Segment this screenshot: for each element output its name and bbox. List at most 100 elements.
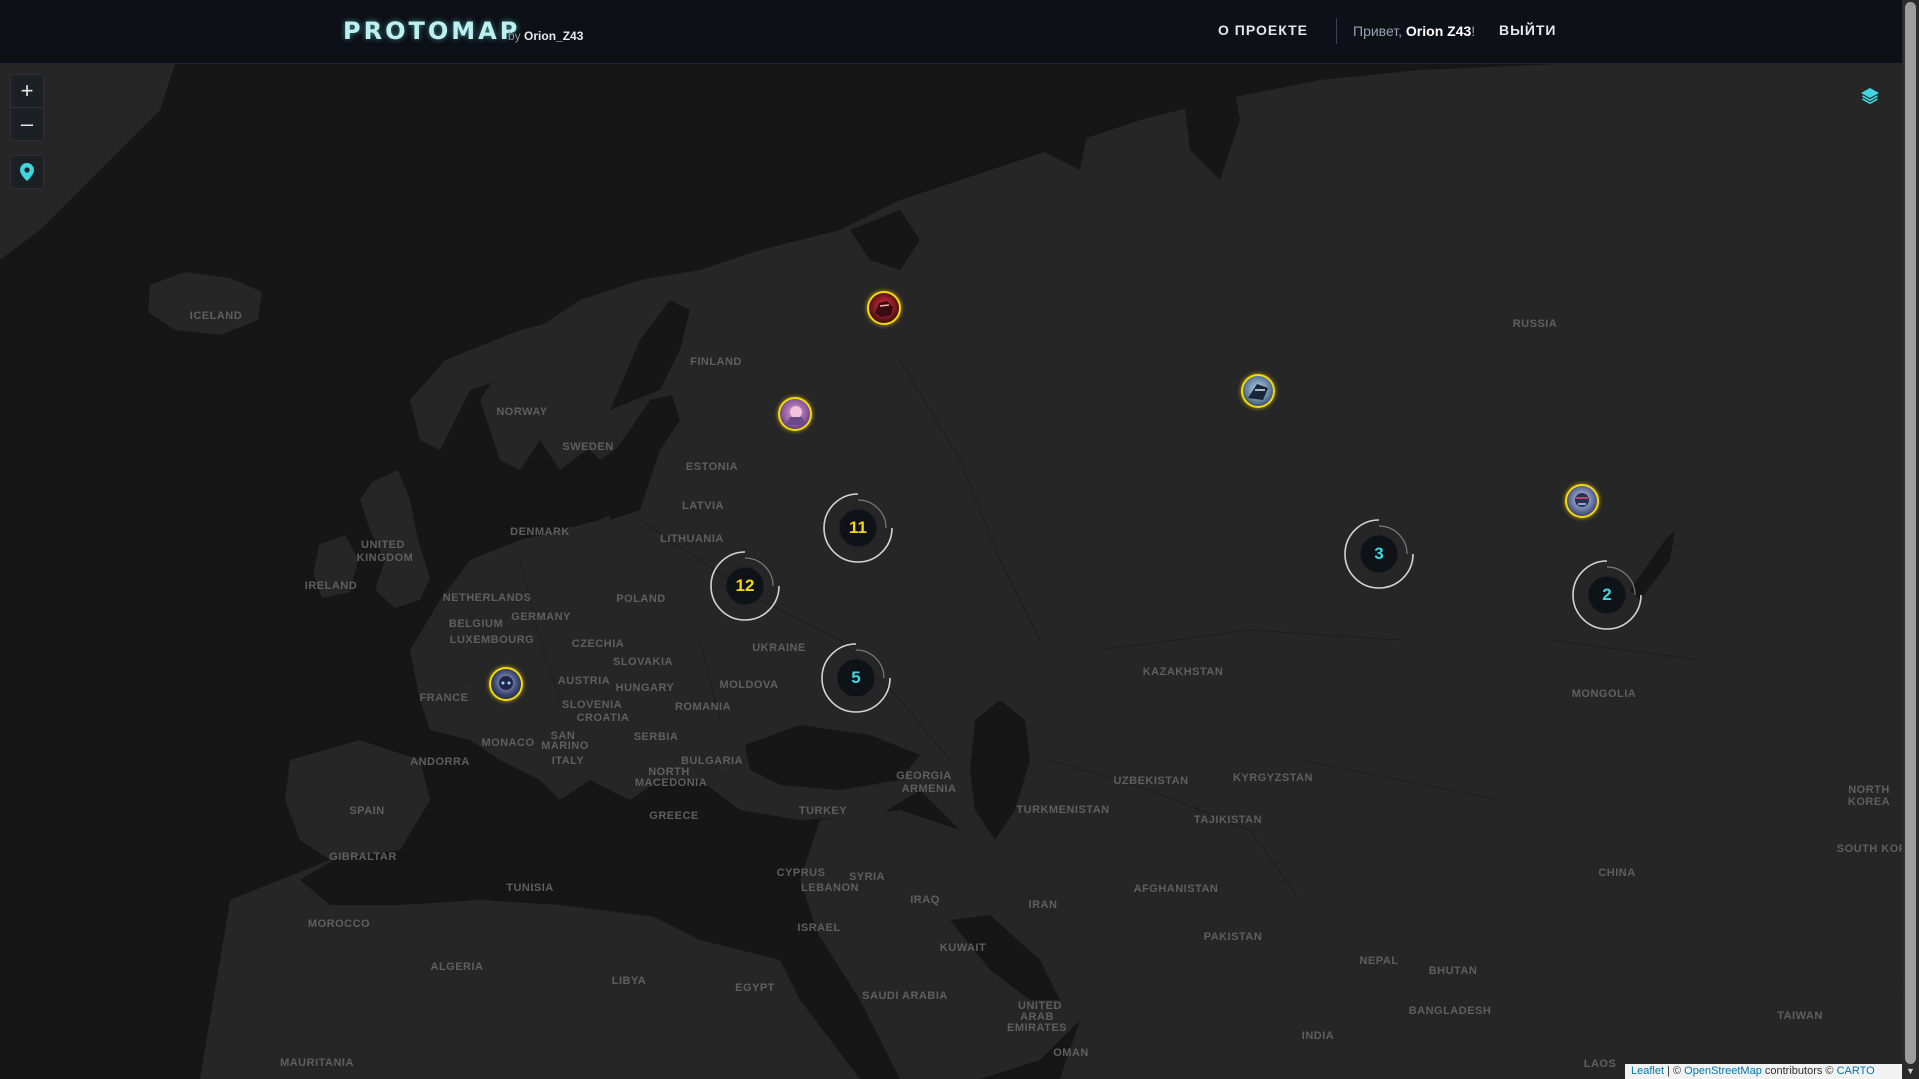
cluster-marker[interactable]: 5 [818, 640, 894, 716]
map-label-kuwait: KUWAIT [939, 942, 987, 954]
map-label-hungary: HUNGARY [615, 682, 675, 694]
map-label-czechia: CZECHIA [571, 638, 625, 650]
map-canvas[interactable]: ICELAND FINLAND NORWAY SWEDEN ESTONIA LA… [0, 64, 1902, 1079]
map-label-north-korea-1: NORTH [1848, 784, 1890, 796]
nav-about-link[interactable]: О ПРОЕКТЕ [1218, 22, 1308, 38]
openstreetmap-link[interactable]: OpenStreetMap [1684, 1065, 1762, 1077]
map-label-belgium: BELGIUM [448, 618, 504, 630]
map-label-germany: GERMANY [511, 611, 571, 623]
greeting-prefix: Привет, [1353, 23, 1403, 39]
map-label-libya: LIBYA [611, 975, 647, 987]
map-label-spain: SPAIN [349, 805, 385, 817]
greeting-username: Orion Z43 [1405, 23, 1472, 39]
map-label-united: UNITED [361, 539, 405, 551]
map-label-bulgaria: BULGARIA [680, 755, 744, 767]
map-label-romania: ROMANIA [674, 701, 732, 713]
cluster-marker[interactable]: 12 [707, 548, 783, 624]
map-label-north-korea-2: KOREA [1847, 796, 1891, 808]
map-label-austria: AUSTRIA [557, 675, 611, 687]
map-label-andorra: ANDORRA [410, 756, 470, 768]
map-label-poland: POLAND [616, 593, 666, 605]
map-label-monaco: MONACO [481, 737, 535, 749]
avatar-icon [499, 676, 513, 690]
map-label-italy: ITALY [551, 755, 585, 767]
avatar-icon [1248, 384, 1268, 400]
greeting-suffix: ! [1471, 23, 1476, 39]
map-label-estonia: ESTONIA [685, 461, 739, 473]
map-label-turkey: TURKEY [798, 805, 848, 817]
map-label-latvia: LATVIA [682, 500, 724, 512]
carto-link[interactable]: CARTO [1837, 1065, 1875, 1077]
cluster-count: 2 [1602, 585, 1612, 604]
layers-icon [1861, 88, 1879, 105]
map-label-bangladesh: BANGLADESH [1408, 1005, 1492, 1017]
map-label-afghanistan: AFGHANISTAN [1133, 883, 1219, 895]
map-label-china: CHINA [1598, 867, 1636, 879]
user-avatar-marker[interactable] [1241, 374, 1275, 408]
map-label-ireland: IRELAND [304, 580, 358, 592]
map-label-georgia: GEORGIA [896, 770, 952, 782]
map-label-ukraine: UKRAINE [752, 642, 806, 654]
cluster-count: 12 [735, 576, 755, 595]
cluster-count: 5 [851, 668, 861, 687]
user-avatar-marker[interactable] [778, 397, 812, 431]
map-label-netherlands: NETHERLANDS [442, 592, 532, 604]
map-label-oman: OMAN [1053, 1047, 1089, 1059]
zoom-control: + – [10, 74, 44, 141]
user-avatar-marker[interactable] [867, 291, 901, 325]
map-label-gibraltar: GIBRALTAR [329, 851, 397, 863]
leaflet-link[interactable]: Leaflet [1631, 1065, 1664, 1077]
byline-prefix: by [508, 29, 521, 43]
map-label-russia: RUSSIA [1512, 318, 1558, 330]
map-label-tajikistan: TAJIKISTAN [1193, 814, 1263, 826]
map-label-turkmenistan: TURKMENISTAN [1016, 804, 1110, 816]
zoom-out-button[interactable]: – [11, 107, 43, 140]
map-label-greece: GREECE [649, 810, 699, 822]
map-label-kyrgyzstan: KYRGYZSTAN [1233, 772, 1313, 784]
map-label-luxembourg: LUXEMBOURG [449, 634, 535, 646]
byline-author: Orion_Z43 [524, 29, 584, 43]
map-label-slovakia: SLOVAKIA [612, 656, 674, 668]
cluster-marker[interactable]: 3 [1341, 516, 1417, 592]
map-label-lebanon: LEBANON [801, 882, 859, 894]
cluster-count: 11 [849, 518, 867, 537]
map-label-kazakhstan: KAZAKHSTAN [1142, 666, 1224, 678]
page-scrollbar[interactable]: ▼ [1902, 0, 1919, 1079]
scroll-down-arrow-icon[interactable]: ▼ [1905, 1066, 1916, 1076]
map-label-algeria: ALGERIA [430, 961, 484, 973]
map-label-uae-3: EMIRATES [1006, 1022, 1068, 1034]
user-greeting: Привет, Orion Z43! [1353, 23, 1475, 39]
layers-button[interactable] [1860, 86, 1882, 108]
locate-button[interactable] [10, 155, 44, 189]
avatar-icon [786, 406, 806, 425]
map-label-iceland: ICELAND [189, 310, 243, 322]
map-label-bhutan: BHUTAN [1428, 965, 1478, 977]
user-avatar-marker[interactable] [489, 667, 523, 701]
logout-link[interactable]: ВЫЙТИ [1499, 22, 1557, 38]
map-label-mauritania: MAURITANIA [280, 1057, 354, 1069]
avatar-icon [875, 301, 893, 317]
cluster-marker[interactable]: 2 [1569, 557, 1645, 633]
map-label-denmark: DENMARK [510, 526, 570, 538]
map-label-morocco: MOROCCO [307, 918, 371, 930]
zoom-in-button[interactable]: + [11, 75, 43, 107]
map-label-saudi-arabia: SAUDI ARABIA [862, 990, 948, 1002]
site-logo[interactable]: PROTOMAP [343, 17, 520, 45]
scrollbar-thumb[interactable] [1905, 2, 1916, 1064]
map-label-nepal: NEPAL [1359, 955, 1399, 967]
map-label-mongolia: MONGOLIA [1571, 688, 1637, 700]
avatar-icon [1575, 493, 1589, 507]
map-label-croatia: CROATIA [576, 712, 630, 724]
cluster-marker[interactable]: 11 [820, 490, 896, 566]
map-label-taiwan: TAIWAN [1777, 1010, 1823, 1022]
location-pin-icon [20, 163, 34, 181]
map-label-laos: LAOS [1583, 1058, 1617, 1070]
map-label-lithuania: LITHUANIA [660, 533, 724, 545]
map-label-india: INDIA [1301, 1030, 1335, 1042]
map-label-marino: MARINO [541, 740, 589, 752]
map-label-israel: ISRAEL [797, 922, 841, 934]
user-avatar-marker[interactable] [1565, 484, 1599, 518]
map-label-moldova: MOLDOVA [719, 679, 779, 691]
map-label-uzbekistan: UZBEKISTAN [1113, 775, 1189, 787]
map-label-egypt: EGYPT [735, 982, 775, 994]
